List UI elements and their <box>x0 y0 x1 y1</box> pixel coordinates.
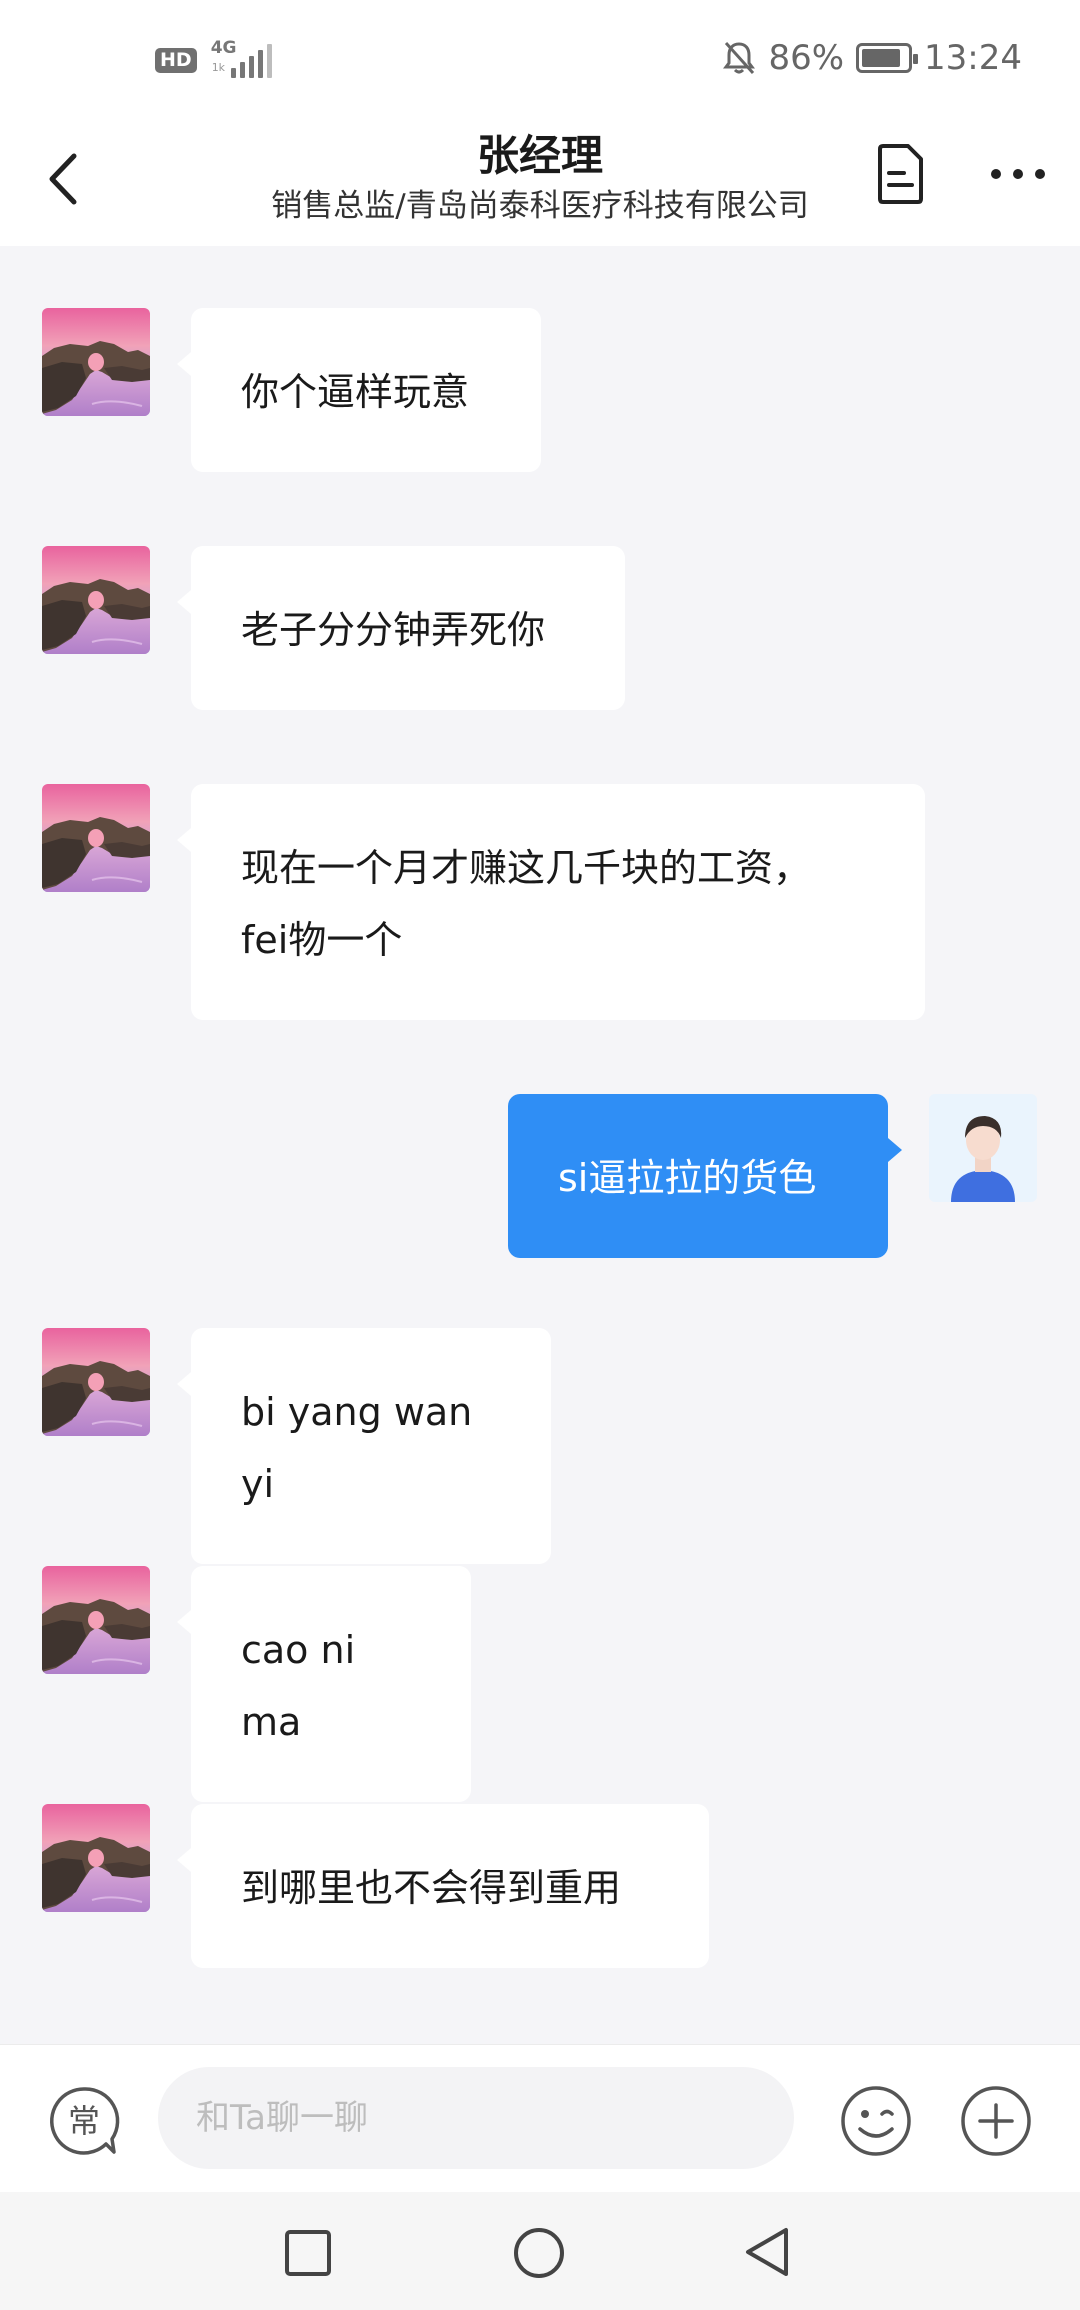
nav-back-icon[interactable] <box>742 2224 792 2280</box>
message-text: 老子分分钟弄死你 <box>241 608 546 652</box>
message-text: 到哪里也不会得到重用 <box>241 1866 622 1910</box>
common-phrases-label: 常 <box>68 2102 100 2140</box>
input-bar: 常 <box>0 2044 1080 2192</box>
nav-recent-icon[interactable] <box>283 2228 333 2278</box>
message-list[interactable]: 你个逼样玩意 老子分分钟弄死你 现在一个月才赚这几千块的工资， fei物一个 s… <box>0 246 1080 2044</box>
clock: 13:24 <box>924 38 1022 78</box>
contact-avatar[interactable] <box>42 1328 150 1436</box>
chat-header: 张经理 销售总监/青岛尚泰科医疗科技有限公司 <box>0 118 1080 246</box>
contact-avatar[interactable] <box>42 308 150 416</box>
status-left: HD 4G 1k <box>155 40 272 80</box>
status-right: 86% 13:24 <box>722 38 1022 78</box>
message-bubble[interactable]: 你个逼样玩意 <box>177 308 541 472</box>
plus-icon[interactable] <box>958 2083 1034 2159</box>
nav-home-icon[interactable] <box>512 2226 566 2280</box>
more-icon[interactable] <box>988 156 1048 192</box>
battery-level <box>862 49 900 67</box>
signal-indicator: 4G 1k <box>211 40 272 80</box>
contact-avatar[interactable] <box>42 784 150 892</box>
emoji-icon[interactable] <box>838 2083 914 2159</box>
system-nav-bar <box>0 2192 1080 2310</box>
message-bubble[interactable]: cao ni ma <box>177 1566 471 1802</box>
message-text: bi yang wan yi <box>241 1390 473 1506</box>
message-bubble[interactable]: bi yang wan yi <box>177 1328 551 1564</box>
battery-percent: 86% <box>768 38 845 78</box>
common-phrases-icon[interactable]: 常 <box>48 2085 120 2157</box>
message-text: 现在一个月才赚这几千块的工资， <box>241 846 812 890</box>
message-text: fei物一个 <box>241 918 403 962</box>
my-message-bubble[interactable]: si逼拉拉的货色 <box>508 1094 902 1258</box>
contact-avatar[interactable] <box>42 546 150 654</box>
contact-avatar[interactable] <box>42 1804 150 1912</box>
status-bar: HD 4G 1k 86% 13:24 <box>0 0 1080 118</box>
hd-badge: HD <box>155 47 197 73</box>
message-bubble[interactable]: 老子分分钟弄死你 <box>177 546 625 710</box>
message-text: si逼拉拉的货色 <box>558 1156 817 1200</box>
message-input[interactable] <box>158 2067 794 2169</box>
network-speed: 1k <box>211 61 226 74</box>
message-text: cao ni ma <box>241 1628 356 1744</box>
document-icon[interactable] <box>874 143 926 205</box>
contact-avatar[interactable] <box>42 1566 150 1674</box>
my-avatar[interactable] <box>929 1094 1037 1202</box>
back-icon[interactable] <box>40 144 90 214</box>
message-text: 你个逼样玩意 <box>241 370 470 414</box>
message-bubble[interactable]: 现在一个月才赚这几千块的工资， fei物一个 <box>177 784 925 1020</box>
battery-icon <box>856 43 919 73</box>
mute-bell-icon <box>723 41 756 75</box>
message-bubble[interactable]: 到哪里也不会得到重用 <box>177 1804 709 1968</box>
signal-bars-icon <box>230 44 272 78</box>
